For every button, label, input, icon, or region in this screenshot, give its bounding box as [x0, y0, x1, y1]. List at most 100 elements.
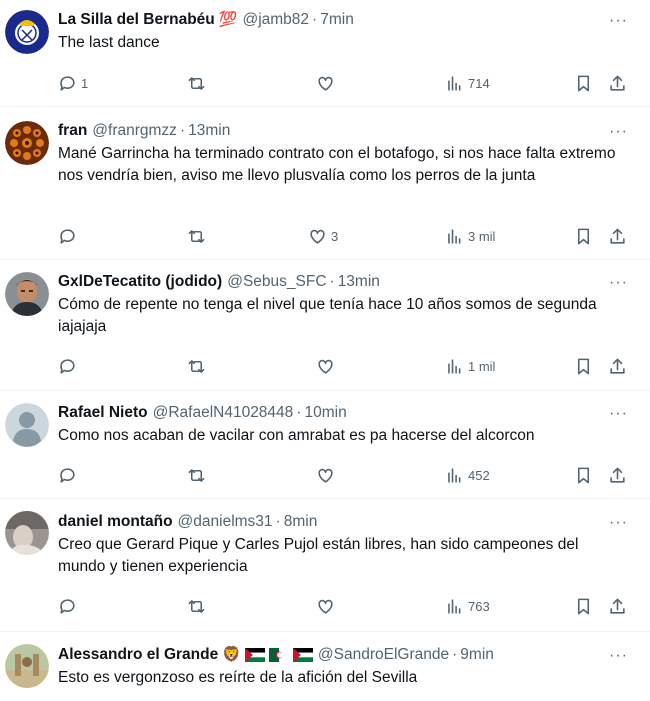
like-button[interactable] — [316, 463, 339, 487]
bookmark-button[interactable] — [574, 354, 593, 378]
retweet-button[interactable] — [187, 354, 210, 378]
user-handle[interactable]: @jamb82 — [242, 10, 309, 30]
timestamp[interactable]: 10min — [304, 403, 346, 423]
bookmark-button[interactable] — [574, 463, 593, 487]
retweet-icon — [188, 76, 205, 90]
avatar[interactable] — [5, 121, 49, 165]
like-button[interactable] — [316, 594, 339, 618]
like-button[interactable] — [316, 354, 339, 378]
view-count: 714 — [468, 75, 490, 91]
separator: · — [179, 122, 186, 139]
display-name[interactable]: fran — [58, 121, 87, 141]
avatar[interactable] — [5, 511, 49, 555]
display-name[interactable]: GxlDeTecatito (jodido) — [58, 272, 222, 292]
views-icon — [448, 598, 461, 614]
avatar[interactable] — [5, 10, 49, 54]
bookmark-button[interactable] — [574, 71, 593, 95]
view-count: 1 mil — [468, 358, 496, 374]
display-name[interactable]: Rafael Nieto — [58, 403, 148, 423]
tweet[interactable]: GxlDeTecatito (jodido) @Sebus_SFC · 13mi… — [0, 260, 650, 391]
bookmark-button[interactable] — [574, 224, 593, 248]
share-button[interactable] — [608, 71, 627, 95]
view-count: 452 — [468, 467, 490, 483]
retweet-button[interactable] — [187, 463, 210, 487]
share-button[interactable] — [608, 354, 627, 378]
reply-button[interactable] — [58, 224, 81, 248]
share-button[interactable] — [608, 463, 627, 487]
reply-button[interactable] — [58, 594, 81, 618]
tweet-text: Mané Garrincha ha terminado contrato con… — [58, 145, 616, 184]
bookmark-icon — [577, 467, 590, 483]
views-button[interactable]: 714 — [445, 71, 490, 95]
display-name[interactable]: daniel montaño — [58, 512, 173, 532]
tweet-text: Cómo de repente no tenga el nivel que te… — [58, 296, 597, 335]
reply-icon — [60, 358, 75, 374]
tweet[interactable]: fran @franrgmzz · 13min Mané Garrincha h… — [0, 107, 650, 260]
tweet[interactable]: La Silla del Bernabéu 💯 @jamb82 · 7min T… — [0, 0, 650, 107]
display-name[interactable]: Alessandro el Grande — [58, 645, 218, 665]
retweet-icon — [188, 359, 205, 373]
more-icon[interactable]: ··· — [609, 12, 628, 30]
retweet-button[interactable] — [187, 224, 210, 248]
more-icon[interactable]: ··· — [609, 514, 628, 532]
reply-button[interactable] — [58, 354, 81, 378]
timestamp[interactable]: 13min — [188, 121, 230, 141]
view-count: 763 — [468, 598, 490, 614]
avatar[interactable] — [5, 644, 49, 688]
tweet-header: daniel montaño @danielms31 · 8min — [58, 512, 628, 532]
views-button[interactable]: 452 — [445, 463, 490, 487]
bookmark-icon — [577, 75, 590, 91]
tweet-text: Esto es vergonzoso es reírte de la afici… — [58, 669, 418, 686]
tweet-actions: 3 3 mil — [58, 224, 632, 248]
tweet-text: The last dance — [58, 34, 160, 51]
like-icon — [318, 359, 333, 374]
views-button[interactable]: 763 — [445, 594, 490, 618]
user-handle[interactable]: @RafaelN41028448 — [153, 403, 294, 423]
share-icon — [610, 467, 625, 483]
avatar[interactable] — [5, 272, 49, 316]
share-button[interactable] — [608, 224, 627, 248]
reply-icon — [60, 228, 75, 244]
timestamp[interactable]: 7min — [320, 10, 354, 30]
tweet[interactable]: daniel montaño @danielms31 · 8min Creo q… — [0, 499, 650, 632]
reply-button[interactable]: 1 — [58, 71, 88, 95]
more-icon[interactable]: ··· — [609, 123, 628, 141]
views-button[interactable]: 1 mil — [445, 354, 495, 378]
like-icon — [318, 599, 333, 614]
retweet-button[interactable] — [187, 71, 210, 95]
bookmark-button[interactable] — [574, 594, 593, 618]
tweet-text: Como nos acaban de vacilar con amrabat e… — [58, 427, 535, 444]
tweet-text: Creo que Gerard Pique y Carles Pujol est… — [58, 536, 579, 575]
display-name[interactable]: La Silla del Bernabéu — [58, 10, 215, 30]
user-handle[interactable]: @SandroElGrande — [318, 645, 449, 665]
separator: · — [312, 11, 318, 28]
flag-icon — [292, 648, 313, 662]
timestamp[interactable]: 13min — [338, 272, 380, 292]
reply-icon — [60, 75, 75, 91]
user-handle[interactable]: @danielms31 — [178, 512, 273, 532]
more-icon[interactable]: ··· — [609, 274, 628, 292]
like-button[interactable] — [316, 71, 339, 95]
tweet[interactable]: Alessandro el Grande 🦁 @SandroElGrande ·… — [0, 632, 650, 701]
separator: · — [275, 513, 281, 530]
more-icon[interactable]: ··· — [609, 405, 628, 423]
like-icon — [318, 468, 333, 483]
avatar[interactable] — [5, 403, 49, 447]
lion-emoji: 🦁 — [222, 646, 241, 663]
tweet[interactable]: Rafael Nieto @RafaelN41028448 · 10min Co… — [0, 391, 650, 499]
reply-button[interactable] — [58, 463, 81, 487]
timestamp[interactable]: 8min — [284, 512, 318, 532]
like-button[interactable]: 3 — [308, 224, 338, 248]
retweet-button[interactable] — [187, 594, 210, 618]
timeline-feed: La Silla del Bernabéu 💯 @jamb82 · 7min T… — [0, 0, 650, 701]
timestamp[interactable]: 9min — [460, 645, 494, 665]
tweet-header: GxlDeTecatito (jodido) @Sebus_SFC · 13mi… — [58, 272, 628, 292]
user-handle[interactable]: @franrgmzz — [92, 121, 177, 141]
views-icon — [448, 75, 461, 91]
views-icon — [448, 358, 461, 374]
views-button[interactable]: 3 mil — [445, 224, 495, 248]
more-icon[interactable]: ··· — [609, 647, 628, 665]
share-button[interactable] — [608, 594, 627, 618]
user-handle[interactable]: @Sebus_SFC — [227, 272, 326, 292]
tweet-actions: 1 mil — [58, 354, 632, 378]
